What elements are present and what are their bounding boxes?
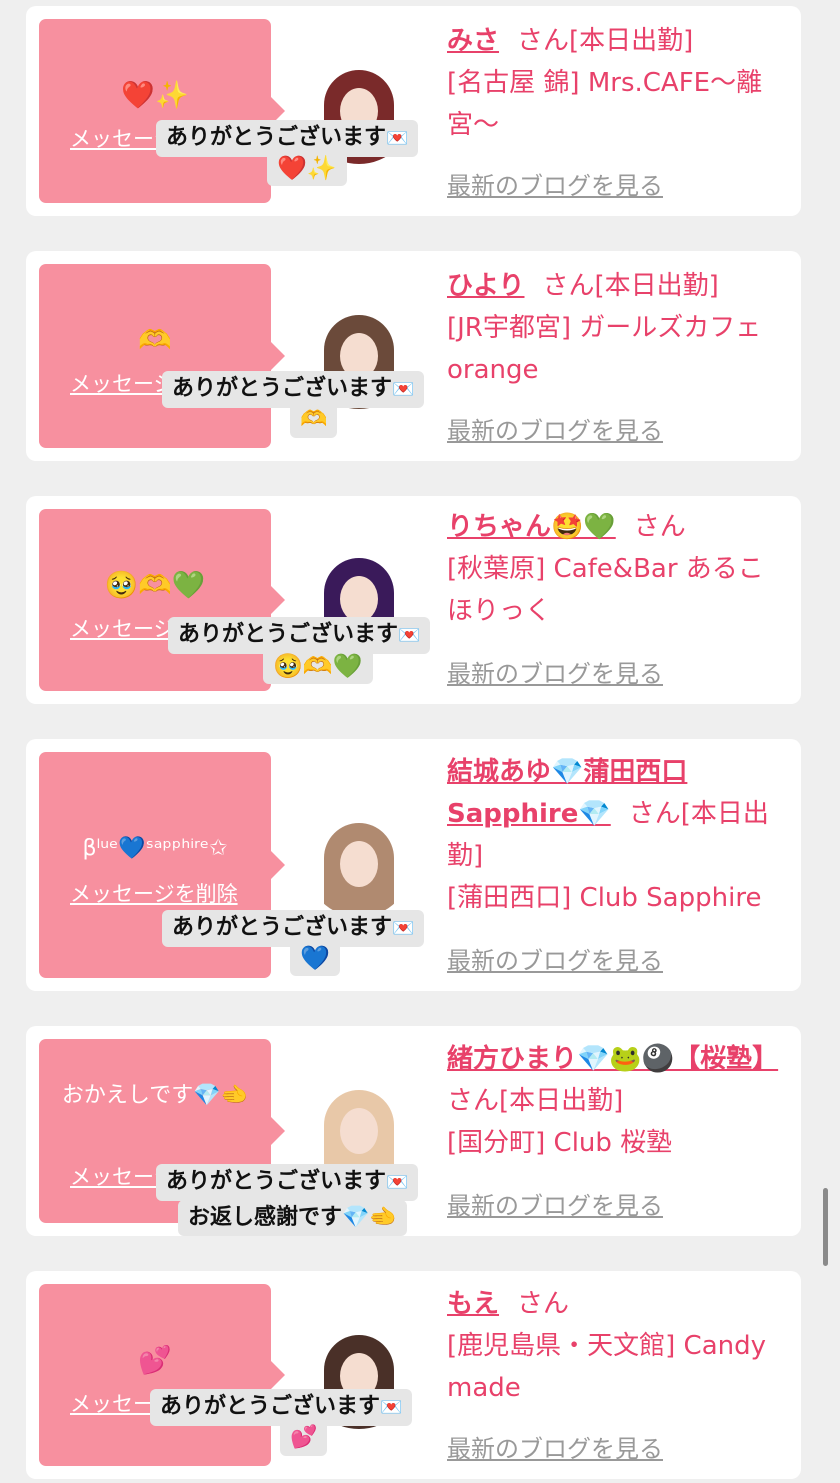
reply-toast: 🥹🫶💚 bbox=[263, 648, 373, 684]
shop-name: [名古屋 錦] Mrs.CAFE〜離宮〜 bbox=[447, 68, 763, 140]
cast-card: おかえしです💎🫲 メッセージを削除 緒方ひまり💎🐸🎱【桜塾】さん[本日出勤] [… bbox=[26, 1026, 801, 1236]
cast-card: 🫶 メッセージを削除 ひより さん[本日出勤] [JR宇都宮] ガールズカフェor… bbox=[26, 251, 801, 461]
reply-text: 💕 bbox=[290, 1425, 318, 1450]
shop-name: [国分町] Club 桜塾 bbox=[447, 1128, 673, 1158]
thanks-text: ありがとうございます bbox=[178, 622, 399, 647]
delete-message-link[interactable]: メッセージを削除 bbox=[70, 878, 250, 908]
reply-text: 💙 bbox=[300, 944, 330, 972]
avatar-face bbox=[340, 576, 378, 622]
bubble-message-text: βˡᵘᵉ💙ˢᵃᵖᵖʰⁱʳᵉ✩ bbox=[82, 836, 228, 861]
cast-info: りちゃん🤩💚 さん [秋葉原] Cafe&Bar あるこほりっく bbox=[447, 506, 787, 632]
latest-blog-link[interactable]: 最新のブログを見る bbox=[447, 1186, 663, 1221]
latest-blog-link[interactable]: 最新のブログを見る bbox=[447, 1429, 663, 1464]
thanks-text: ありがとうございます bbox=[160, 1394, 381, 1419]
latest-blog-link[interactable]: 最新のブログを見る bbox=[447, 941, 663, 976]
thanks-text: ありがとうございます bbox=[166, 1169, 387, 1194]
cast-card: βˡᵘᵉ💙ˢᵃᵖᵖʰⁱʳᵉ✩ メッセージを削除 結城あゆ💎蒲田西口Sapphir… bbox=[26, 739, 801, 991]
thanks-toast: ありがとうございます💌 bbox=[156, 1164, 419, 1201]
reply-text: ❤️✨ bbox=[277, 154, 337, 182]
message-bubble: ❤️✨ メッセージを削除 bbox=[39, 19, 285, 203]
latest-blog-link[interactable]: 最新のブログを見る bbox=[447, 411, 663, 446]
cast-name-link[interactable]: 緒方ひまり💎🐸🎱【桜塾】 bbox=[447, 1044, 778, 1074]
shop-name: [鹿児島県・天文館] Candy made bbox=[447, 1331, 767, 1403]
cast-card: 💕 メッセージを削除 もえさん [鹿児島県・天文館] Candy made 最新… bbox=[26, 1271, 801, 1479]
latest-blog-link[interactable]: 最新のブログを見る bbox=[447, 166, 663, 201]
bubble-message-text: おかえしです💎🫲 bbox=[61, 1083, 249, 1108]
cast-info: 緒方ひまり💎🐸🎱【桜塾】さん[本日出勤] [国分町] Club 桜塾 bbox=[447, 1038, 787, 1164]
thanks-text: ありがとうございます bbox=[172, 915, 393, 940]
honorific-status: さん[本日出勤] bbox=[517, 26, 694, 56]
thanks-text: ありがとうございます bbox=[166, 125, 387, 150]
reply-toast: ❤️✨ bbox=[267, 150, 347, 186]
envelope-heart-icon: 💌 bbox=[392, 918, 415, 939]
cast-name-link[interactable]: みさ bbox=[447, 26, 499, 56]
reply-toast: 💙 bbox=[290, 940, 340, 976]
message-bubble: 🫶 メッセージを削除 bbox=[39, 264, 285, 448]
avatar[interactable] bbox=[306, 811, 412, 917]
cast-info: ひより さん[本日出勤] [JR宇都宮] ガールズカフェorange bbox=[447, 265, 787, 391]
reply-toast: お返し感謝です💎🫲 bbox=[178, 1200, 407, 1236]
reply-text: 🫶 bbox=[300, 407, 328, 432]
scrollbar[interactable] bbox=[823, 1188, 828, 1266]
shop-name: [蒲田西口] Club Sapphire bbox=[447, 883, 762, 913]
bubble-message-text: 🥹🫶💚 bbox=[104, 570, 206, 601]
envelope-heart-icon: 💌 bbox=[398, 625, 421, 646]
message-bubble: 💕 メッセージを削除 bbox=[39, 1284, 285, 1466]
cast-info: もえ さん [鹿児島県・天文館] Candy made bbox=[447, 1283, 787, 1409]
honorific-status: さん bbox=[517, 1289, 570, 1319]
honorific-status: さん bbox=[633, 512, 686, 542]
bubble-message-text: ❤️✨ bbox=[121, 80, 189, 111]
shop-name: [秋葉原] Cafe&Bar あるこほりっく bbox=[447, 554, 764, 626]
cast-info: みさ さん[本日出勤] [名古屋 錦] Mrs.CAFE〜離宮〜 bbox=[447, 20, 787, 146]
cast-name-link[interactable]: もえ bbox=[447, 1289, 499, 1319]
envelope-heart-icon: 💌 bbox=[386, 128, 409, 149]
thanks-text: ありがとうございます bbox=[172, 376, 393, 401]
latest-blog-link[interactable]: 最新のブログを見る bbox=[447, 654, 663, 689]
bubble-message-text: 🫶 bbox=[138, 325, 172, 356]
shop-name: [JR宇都宮] ガールズカフェorange bbox=[447, 313, 762, 385]
avatar-face bbox=[340, 1108, 378, 1154]
reply-text: 🥹🫶💚 bbox=[273, 652, 363, 680]
cast-card: ❤️✨ メッセージを削除 みさ さん[本日出勤] [名古屋 錦] Mrs.CAFE… bbox=[26, 6, 801, 216]
envelope-heart-icon: 💌 bbox=[380, 1397, 403, 1418]
cast-name-link[interactable]: ひより bbox=[447, 271, 524, 301]
cast-card: 🥹🫶💚 メッセージを削除 りちゃん🤩💚 さん [秋葉原] Cafe&Bar あるこ… bbox=[26, 496, 801, 704]
bubble-message-text: 💕 bbox=[138, 1345, 172, 1376]
honorific-status: さん[本日出勤] bbox=[542, 271, 719, 301]
reply-toast: 💕 bbox=[280, 1420, 328, 1456]
cast-info: 結城あゆ💎蒲田西口Sapphire💎 さん[本日出勤] [蒲田西口] Club S… bbox=[447, 751, 787, 919]
reply-text: お返し感謝です💎🫲 bbox=[188, 1205, 397, 1230]
cast-name-link[interactable]: りちゃん🤩💚 bbox=[447, 512, 616, 542]
reply-toast: 🫶 bbox=[290, 402, 338, 438]
avatar-face bbox=[340, 841, 378, 887]
envelope-heart-icon: 💌 bbox=[386, 1172, 409, 1193]
envelope-heart-icon: 💌 bbox=[392, 379, 415, 400]
honorific-status: さん[本日出勤] bbox=[447, 1086, 624, 1116]
message-bubble: 🥹🫶💚 メッセージを削除 bbox=[39, 509, 285, 691]
